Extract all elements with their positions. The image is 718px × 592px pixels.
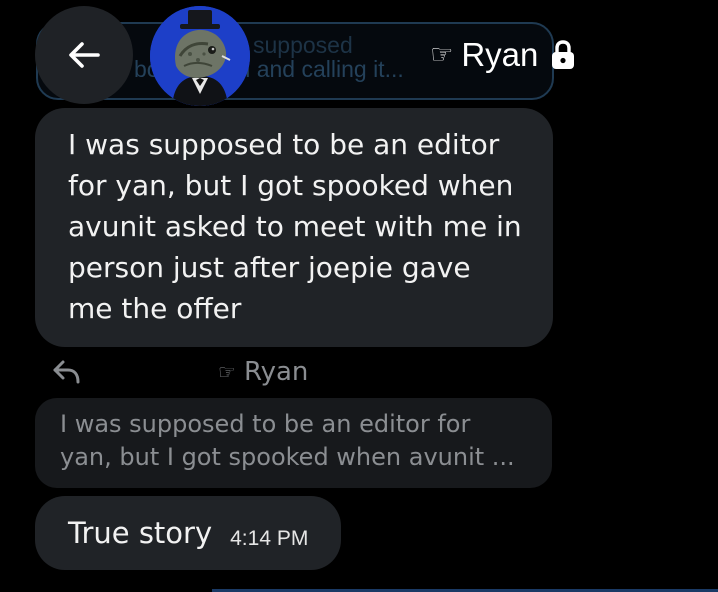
reply-to-label: ☞ Ryan — [218, 354, 308, 390]
message-timestamp: 4:14 PM — [230, 527, 309, 550]
reply-button[interactable] — [52, 358, 82, 390]
quoted-message[interactable]: I was supposed to be an editor for yan, … — [35, 398, 552, 488]
message-bubble[interactable]: I was supposed to be an editor for yan, … — [35, 108, 553, 347]
pointing-hand-icon: ☞ — [218, 360, 236, 384]
back-button[interactable] — [35, 6, 133, 104]
quoted-message-text: I was supposed to be an editor for yan, … — [60, 410, 515, 471]
reply-message-text: True story — [68, 516, 213, 550]
back-arrow-icon — [69, 42, 100, 68]
avatar-image — [150, 6, 250, 106]
reply-message-bubble[interactable]: True story 4:14 PM — [35, 496, 341, 570]
ghost-text-line-1: supposed — [253, 32, 353, 58]
contact-name: Ryan — [461, 36, 539, 73]
reply-arrow-icon — [53, 360, 80, 384]
avatar[interactable] — [150, 6, 250, 106]
reply-to-name: Ryan — [243, 357, 309, 387]
lock-icon — [550, 39, 576, 71]
pointing-hand-icon: ☞ — [430, 40, 454, 70]
contact-title[interactable]: ☞ Ryan — [430, 32, 576, 78]
message-text: I was supposed to be an editor for yan, … — [68, 128, 522, 325]
